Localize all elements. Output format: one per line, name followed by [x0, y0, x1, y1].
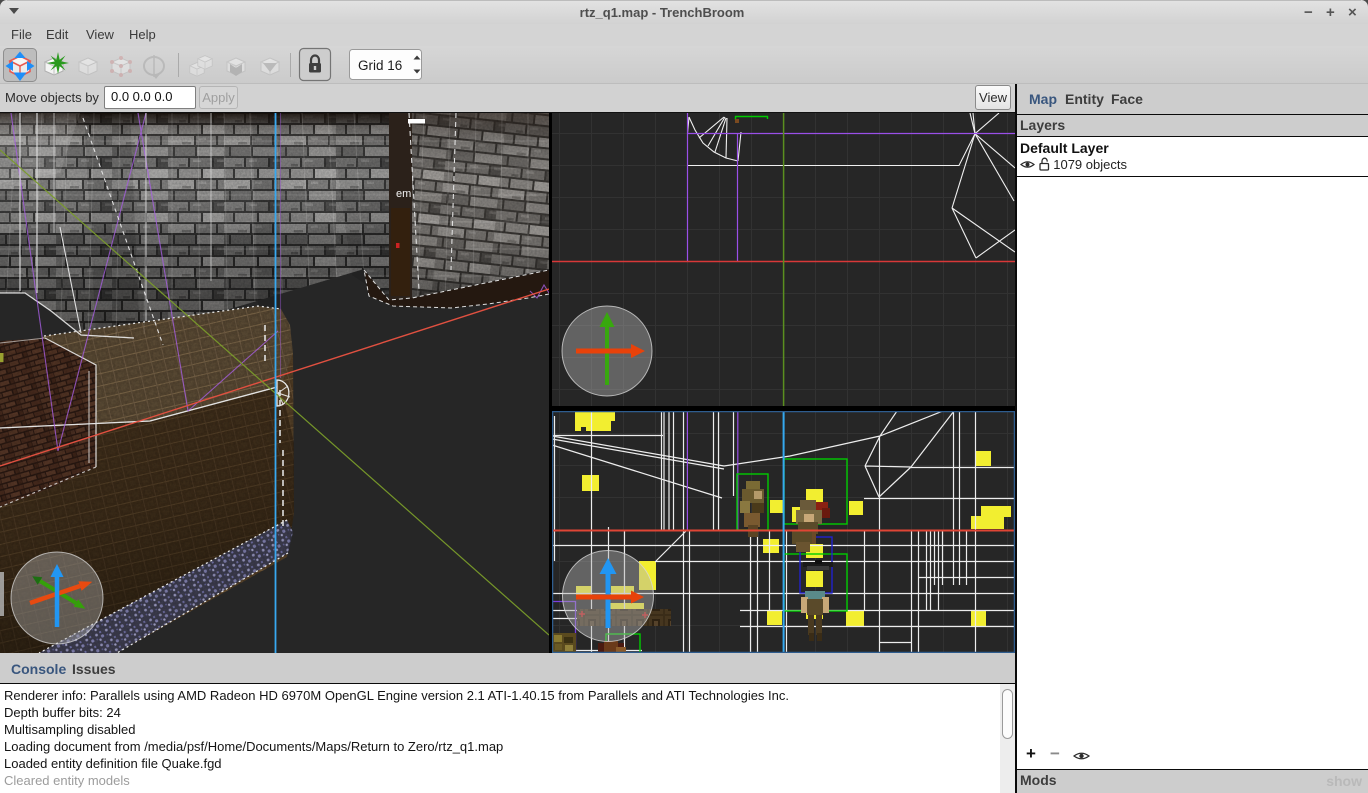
svg-text:em: em: [396, 188, 411, 200]
svg-text:Grid 16: Grid 16: [358, 58, 402, 73]
